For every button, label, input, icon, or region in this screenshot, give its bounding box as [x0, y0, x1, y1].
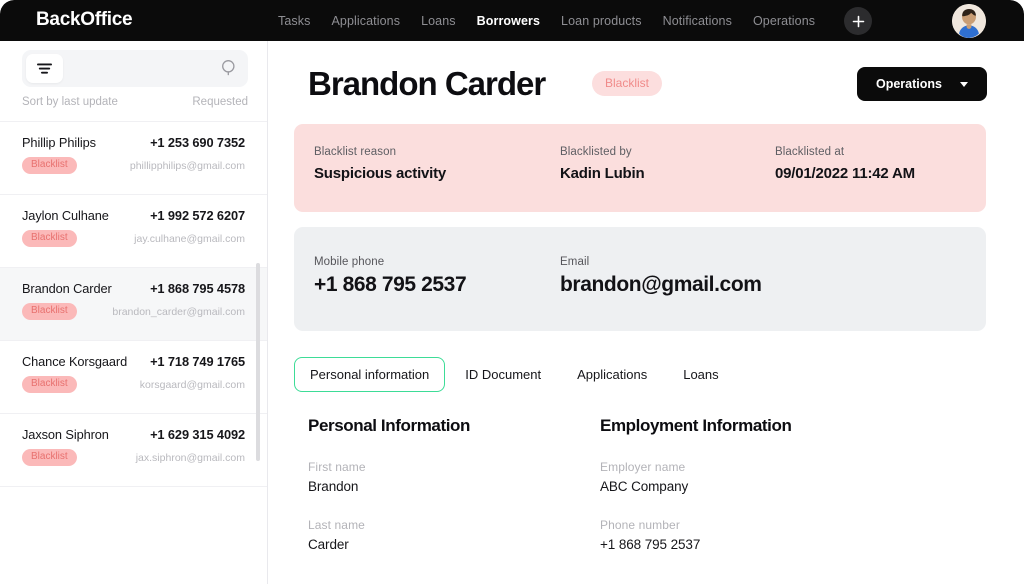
page-title: Brandon Carder: [308, 65, 546, 102]
main-content: Brandon Carder Blacklist Operations Blac…: [268, 41, 1024, 584]
nav-item-borrowers[interactable]: Borrowers: [477, 14, 540, 28]
blacklist-info-card: Blacklist reason Suspicious activity Bla…: [294, 124, 986, 212]
blacklist-reason-value: Suspicious activity: [314, 165, 447, 182]
email-field: Email brandon@gmail.com: [560, 256, 762, 297]
search-button[interactable]: [221, 59, 238, 81]
operations-button-label: Operations: [876, 77, 942, 91]
blacklisted-by-field: Blacklisted by Kadin Lubin: [560, 146, 645, 182]
nav-item-operations[interactable]: Operations: [753, 14, 815, 28]
borrower-email: phillipphilips@gmail.com: [129, 159, 245, 172]
nav-item-notifications[interactable]: Notifications: [663, 14, 732, 28]
blacklisted-at-field: Blacklisted at 09/01/2022 11:42 AM: [775, 146, 915, 182]
blacklisted-by-label: Blacklisted by: [560, 146, 632, 158]
status-badge: Blacklist: [22, 303, 77, 320]
borrower-phone: +1 868 795 4578: [150, 281, 245, 296]
tab-id-document[interactable]: ID Document: [449, 357, 557, 392]
brand-logo[interactable]: BackOffice: [36, 9, 133, 31]
filter-icon: [37, 63, 52, 74]
blacklist-reason-field: Blacklist reason Suspicious activity: [314, 146, 446, 182]
borrower-phone: +1 253 690 7352: [150, 135, 245, 150]
avatar[interactable]: [952, 4, 986, 38]
employment-phone-label: Phone number: [600, 518, 680, 532]
sort-filter-value[interactable]: Requested: [192, 96, 248, 108]
employer-name-field: Employer name ABC Company: [600, 460, 791, 494]
search-icon: [222, 60, 235, 76]
user-avatar-icon: [952, 4, 986, 38]
list-item[interactable]: Brandon Carder +1 868 795 4578 Blacklist…: [0, 267, 267, 340]
chevron-down-icon: [960, 81, 968, 87]
top-navigation-bar: BackOffice Tasks Applications Loans Borr…: [0, 0, 1024, 41]
plus-icon: [852, 15, 864, 27]
blacklist-reason-label: Blacklist reason: [314, 146, 397, 158]
blacklisted-by-value: Kadin Lubin: [560, 165, 645, 182]
tab-loans[interactable]: Loans: [667, 357, 734, 392]
mobile-phone-value: +1 868 795 2537: [314, 273, 467, 296]
borrower-email: korsgaard@gmail.com: [139, 378, 245, 391]
status-badge: Blacklist: [22, 376, 77, 393]
email-value: brandon@gmail.com: [560, 273, 762, 296]
first-name-label: First name: [308, 460, 366, 474]
list-item[interactable]: Phillip Philips +1 253 690 7352 Blacklis…: [0, 121, 267, 194]
nav-item-loans[interactable]: Loans: [421, 14, 456, 28]
tab-personal-information[interactable]: Personal information: [294, 357, 446, 392]
employer-name-value: ABC Company: [600, 479, 689, 494]
operations-button[interactable]: Operations: [857, 67, 987, 101]
borrower-name: Jaylon Culhane: [22, 208, 109, 223]
primary-nav: Tasks Applications Loans Borrowers Loan …: [278, 0, 815, 41]
last-name-field: Last name Carder: [308, 518, 470, 552]
search-input[interactable]: [70, 54, 230, 83]
sort-row: Sort by last update Requested: [22, 96, 248, 108]
borrower-phone: +1 718 749 1765: [150, 354, 245, 369]
borrower-list: Phillip Philips +1 253 690 7352 Blacklis…: [0, 121, 267, 584]
borrower-phone: +1 629 315 4092: [150, 427, 245, 442]
detail-tabs: Personal information ID Document Applica…: [294, 357, 735, 392]
borrower-name: Brandon Carder: [22, 281, 112, 296]
list-item[interactable]: Jaxson Siphron +1 629 315 4092 Blacklist…: [0, 413, 267, 486]
first-name-value: Brandon: [308, 479, 359, 494]
search-bar: [22, 50, 248, 87]
contact-info-card: Mobile phone +1 868 795 2537 Email brand…: [294, 227, 986, 331]
nav-item-tasks[interactable]: Tasks: [278, 14, 310, 28]
personal-information-section: Personal Information First name Brandon …: [308, 416, 470, 552]
personal-information-heading: Personal Information: [308, 416, 471, 435]
status-badge: Blacklist: [592, 71, 663, 96]
status-badge: Blacklist: [22, 230, 77, 247]
borrower-email: jay.culhane@gmail.com: [134, 232, 245, 245]
tab-applications[interactable]: Applications: [561, 357, 663, 392]
borrower-name: Chance Korsgaard: [22, 354, 128, 369]
status-badge: Blacklist: [22, 157, 77, 174]
borrower-name: Phillip Philips: [22, 135, 96, 150]
employment-information-heading: Employment Information: [600, 416, 792, 435]
status-badge: Blacklist: [22, 449, 77, 466]
sort-by-label[interactable]: Sort by last update: [22, 96, 118, 108]
list-item[interactable]: Jaylon Culhane +1 992 572 6207 Blacklist…: [0, 194, 267, 267]
email-label: Email: [560, 256, 590, 268]
nav-item-applications[interactable]: Applications: [331, 14, 400, 28]
filter-button[interactable]: [26, 54, 63, 83]
list-item[interactable]: [0, 486, 267, 559]
last-name-value: Carder: [308, 537, 349, 552]
app-window: BackOffice Tasks Applications Loans Borr…: [0, 0, 1024, 584]
employment-phone-value: +1 868 795 2537: [600, 537, 701, 552]
nav-item-loan-products[interactable]: Loan products: [561, 14, 642, 28]
borrower-email: brandon_carder@gmail.com: [112, 305, 245, 318]
last-name-label: Last name: [308, 518, 365, 532]
list-item[interactable]: Chance Korsgaard +1 718 749 1765 Blackli…: [0, 340, 267, 413]
blacklisted-at-label: Blacklisted at: [775, 146, 845, 158]
mobile-phone-field: Mobile phone +1 868 795 2537: [314, 256, 467, 297]
borrower-email: jax.siphron@gmail.com: [135, 451, 245, 464]
borrowers-sidebar: Sort by last update Requested Phillip Ph…: [0, 41, 268, 584]
employment-phone-field: Phone number +1 868 795 2537: [600, 518, 791, 552]
add-button[interactable]: [844, 7, 872, 35]
first-name-field: First name Brandon: [308, 460, 470, 494]
employment-information-section: Employment Information Employer name ABC…: [600, 416, 792, 552]
borrower-phone: +1 992 572 6207: [150, 208, 245, 223]
employer-name-label: Employer name: [600, 460, 686, 474]
blacklisted-at-value: 09/01/2022 11:42 AM: [775, 165, 915, 182]
borrower-name: Jaxson Siphron: [22, 427, 109, 442]
sidebar-scrollbar[interactable]: [256, 263, 260, 461]
mobile-phone-label: Mobile phone: [314, 256, 385, 268]
